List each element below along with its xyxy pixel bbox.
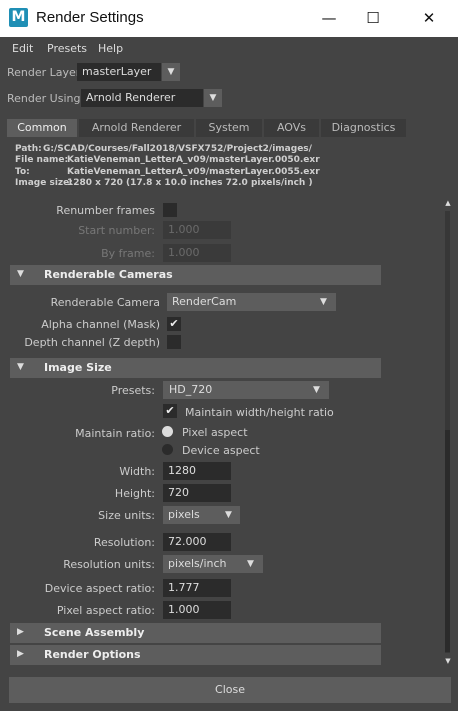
pixel-aspect-radio[interactable] <box>162 426 173 437</box>
close-window-button[interactable]: ✕ <box>406 0 452 37</box>
by-frame-label: By frame: <box>101 247 155 260</box>
scroll-thumb[interactable] <box>445 430 450 652</box>
to-key: To: <box>15 167 30 177</box>
resolution-field[interactable]: 72.000 <box>163 533 231 551</box>
file-value: KatieVeneman_LetterA_v09/masterLayer.005… <box>67 155 320 165</box>
size-units-value: pixels <box>168 508 200 521</box>
chevron-down-icon: ▼ <box>320 297 327 307</box>
path-value: G:/SCAD/Courses/Fall2018/VSFX752/Project… <box>43 144 312 154</box>
renderable-camera-value: RenderCam <box>172 295 237 308</box>
render-layer-value: masterLayer <box>82 65 152 78</box>
maya-app-icon: M <box>9 8 28 27</box>
presets-value: HD_720 <box>169 383 213 396</box>
tab-diagnostics[interactable]: Diagnostics <box>321 119 406 137</box>
width-label: Width: <box>119 465 155 478</box>
maintain-wh-ratio-label: Maintain width/height ratio <box>185 406 334 419</box>
title-bar: M Render Settings — ☐ ✕ <box>0 0 458 37</box>
pixel-aspect-ratio-label: Pixel aspect ratio: <box>56 604 155 617</box>
depth-channel-label: Depth channel (Z depth) <box>24 336 160 349</box>
resolution-units-value: pixels/inch <box>168 557 227 570</box>
render-using-select[interactable]: Arnold Renderer <box>81 89 203 107</box>
device-aspect-radio[interactable] <box>162 444 173 455</box>
width-field[interactable]: 1280 <box>163 462 231 480</box>
menu-help[interactable]: Help <box>98 42 123 55</box>
device-aspect-ratio-field[interactable]: 1.777 <box>163 579 231 597</box>
minimize-button[interactable]: — <box>306 0 352 37</box>
render-layer-label: Render Layer <box>7 66 81 79</box>
size-units-label: Size units: <box>98 509 155 522</box>
image-size-value: 1280 x 720 (17.8 x 10.0 inches 72.0 pixe… <box>67 178 313 188</box>
file-key: File name: <box>15 155 69 165</box>
scroll-down-icon[interactable]: ▼ <box>442 655 454 667</box>
render-options-header[interactable]: ▶ Render Options <box>10 645 381 665</box>
maintain-ratio-label: Maintain ratio: <box>75 427 155 440</box>
by-frame-field[interactable]: 1.000 <box>163 244 231 262</box>
image-size-header[interactable]: ▼ Image Size <box>10 358 381 378</box>
device-aspect-label: Device aspect <box>182 444 260 457</box>
presets-dropdown[interactable]: HD_720 ▼ <box>163 381 329 399</box>
renumber-frames-label: Renumber frames <box>56 204 155 217</box>
size-units-dropdown[interactable]: pixels ▼ <box>163 506 240 524</box>
maintain-wh-ratio-checkbox[interactable]: ✔ <box>163 404 177 418</box>
start-number-field[interactable]: 1.000 <box>163 221 231 239</box>
pixel-aspect-ratio-field[interactable]: 1.000 <box>163 601 231 619</box>
render-using-dropdown-icon[interactable]: ▼ <box>204 89 222 107</box>
settings-scroll-area[interactable]: Renumber frames Start number: 1.000 By f… <box>8 197 442 667</box>
renderable-camera-dropdown[interactable]: RenderCam ▼ <box>167 293 336 311</box>
scene-assembly-title: Scene Assembly <box>44 626 145 639</box>
to-value: KatieVeneman_LetterA_v09/masterLayer.005… <box>67 167 320 177</box>
menu-presets[interactable]: Presets <box>47 42 87 55</box>
scene-assembly-header[interactable]: ▶ Scene Assembly <box>10 623 381 643</box>
renumber-frames-checkbox[interactable] <box>163 203 177 217</box>
path-key: Path: <box>15 144 42 154</box>
window-title: Render Settings <box>36 9 144 26</box>
tab-system[interactable]: System <box>196 119 262 137</box>
resolution-label: Resolution: <box>93 536 155 549</box>
height-field[interactable]: 720 <box>163 484 231 502</box>
chevron-down-icon: ▼ <box>313 385 320 395</box>
height-label: Height: <box>114 487 155 500</box>
alpha-channel-checkbox[interactable]: ✔ <box>167 317 181 331</box>
device-aspect-ratio-label: Device aspect ratio: <box>44 582 155 595</box>
render-using-value: Arnold Renderer <box>86 91 176 104</box>
menu-edit[interactable]: Edit <box>12 42 33 55</box>
collapsed-arrow-icon: ▶ <box>17 627 24 637</box>
vertical-scrollbar[interactable]: ▲ ▼ <box>442 197 454 667</box>
image-size-key: Image size: <box>15 178 73 188</box>
pixel-aspect-label: Pixel aspect <box>182 426 248 439</box>
render-using-label: Render Using <box>7 92 81 105</box>
expanded-arrow-icon: ▼ <box>17 269 24 279</box>
maximize-button[interactable]: ☐ <box>350 0 396 37</box>
tab-bar: Common Arnold Renderer System AOVs Diagn… <box>7 119 451 137</box>
expanded-arrow-icon: ▼ <box>17 362 24 372</box>
renderable-camera-label: Renderable Camera <box>50 296 160 309</box>
renderable-cameras-header[interactable]: ▼ Renderable Cameras <box>10 265 381 285</box>
start-number-label: Start number: <box>78 224 155 237</box>
info-image-size: Image size: 1280 x 720 (17.8 x 10.0 inch… <box>15 178 445 190</box>
renderable-cameras-title: Renderable Cameras <box>44 268 173 281</box>
menu-bar: Edit Presets Help <box>0 37 458 59</box>
tab-arnold-renderer[interactable]: Arnold Renderer <box>79 119 194 137</box>
tab-common[interactable]: Common <box>7 119 77 137</box>
render-layer-select[interactable]: masterLayer <box>77 63 161 81</box>
chevron-down-icon: ▼ <box>247 559 254 569</box>
info-file: File name: KatieVeneman_LetterA_v09/mast… <box>15 155 445 167</box>
depth-channel-checkbox[interactable] <box>167 335 181 349</box>
image-size-title: Image Size <box>44 361 112 374</box>
resolution-units-label: Resolution units: <box>63 558 155 571</box>
presets-label: Presets: <box>111 384 155 397</box>
collapsed-arrow-icon: ▶ <box>17 649 24 659</box>
scroll-up-icon[interactable]: ▲ <box>442 197 454 209</box>
alpha-channel-label: Alpha channel (Mask) <box>41 318 160 331</box>
chevron-down-icon: ▼ <box>225 510 232 520</box>
render-layer-dropdown-icon[interactable]: ▼ <box>162 63 180 81</box>
close-button[interactable]: Close <box>9 677 451 703</box>
render-options-title: Render Options <box>44 648 141 661</box>
resolution-units-dropdown[interactable]: pixels/inch ▼ <box>163 555 263 573</box>
tab-aovs[interactable]: AOVs <box>264 119 319 137</box>
